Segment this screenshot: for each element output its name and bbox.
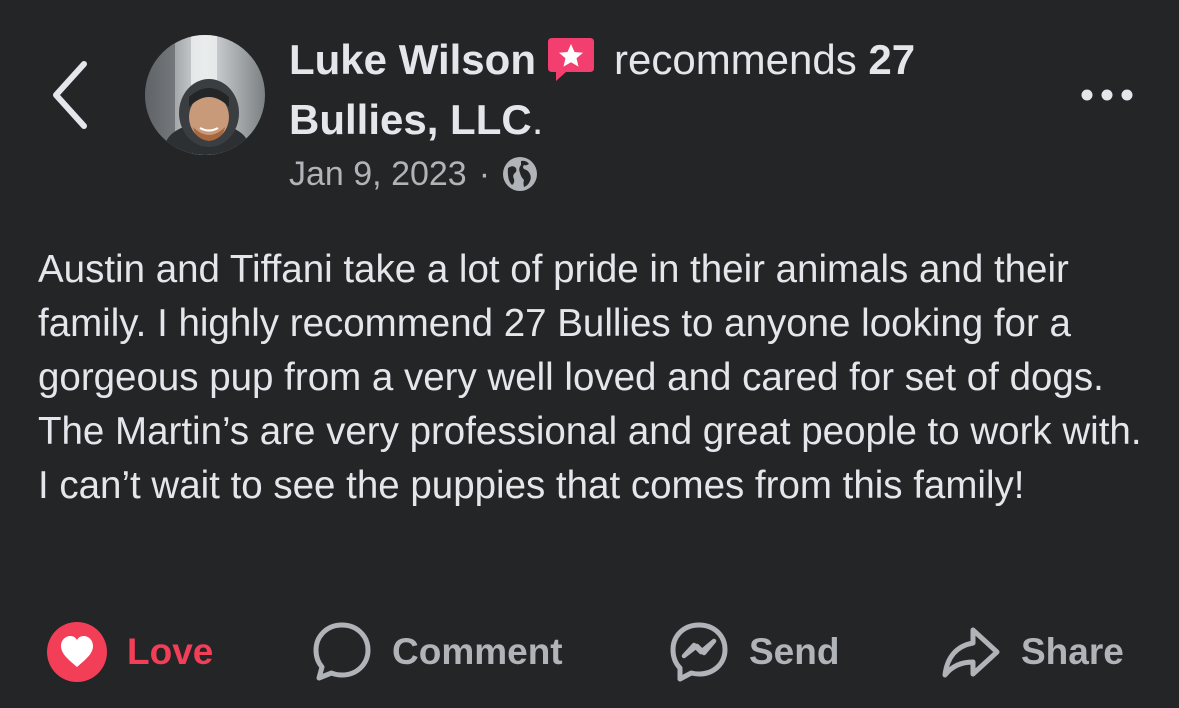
avatar-photo — [145, 35, 265, 155]
comment-button[interactable]: Comment — [312, 616, 563, 688]
comment-bubble-icon — [313, 622, 371, 681]
send-button[interactable]: Send — [669, 616, 839, 688]
recommendation-star-icon — [546, 34, 596, 84]
share-arrow-icon — [942, 627, 1000, 678]
action-bar: Love Comment Send Share — [0, 616, 1179, 688]
post-body-text: Austin and Tiffani take a lot of pride i… — [38, 248, 1142, 507]
share-button[interactable]: Share — [941, 616, 1124, 688]
chevron-left-icon — [53, 61, 87, 129]
messenger-icon — [670, 622, 728, 682]
more-options-button[interactable] — [1078, 80, 1138, 110]
love-button[interactable]: Love — [47, 616, 213, 688]
love-label: Love — [127, 631, 214, 672]
heart-icon — [47, 622, 107, 682]
send-label: Send — [749, 631, 840, 672]
back-button[interactable] — [48, 58, 92, 132]
comment-label: Comment — [392, 631, 563, 672]
globe-icon — [502, 156, 538, 192]
recommends-text: recommends — [613, 36, 857, 83]
post-date[interactable]: Jan 9, 2023 — [289, 150, 467, 198]
avatar[interactable] — [145, 35, 265, 155]
author-name[interactable]: Luke Wilson — [289, 36, 536, 83]
page-name-suffix: . — [531, 96, 544, 143]
post-header: Luke Wilson recommends 27 Bullies, LLC. — [289, 30, 1009, 150]
meta-separator: · — [478, 155, 491, 193]
share-label: Share — [1021, 631, 1124, 672]
more-dots-icon — [1081, 89, 1133, 101]
post-meta: Jan 9, 2023 · — [289, 150, 538, 198]
